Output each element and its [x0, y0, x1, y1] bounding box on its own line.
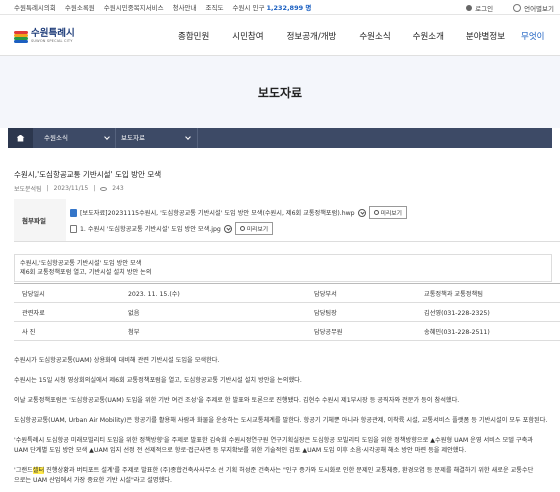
- body-paragraph: UAM 단계별 도입 방안 모색 ▲UAM 입지 선정 전 선제적으로 항로·접…: [14, 447, 467, 454]
- breadcrumb-level1[interactable]: 수원소식: [44, 128, 114, 148]
- home-icon: [16, 134, 25, 142]
- globe-icon: [513, 3, 522, 12]
- search-icon: [373, 210, 379, 215]
- table-key: 담당부서: [314, 290, 337, 298]
- population-label: 수원시 인구: [232, 4, 265, 12]
- login-link[interactable]: 로그인: [466, 3, 493, 13]
- site-logo[interactable]: 수원특례시 SUWON SPECIAL CITY: [14, 29, 75, 44]
- article-date: 2023/11/15: [53, 185, 89, 192]
- table-row: 사 진 첨부 담당공무원 송혜민(031-228-2511): [14, 322, 560, 341]
- utility-link-sorokwon[interactable]: 수원소록원: [65, 2, 95, 12]
- population-counter: 수원시 인구 1,232,899 명: [232, 2, 311, 12]
- nav-item-news[interactable]: 수원소식: [359, 30, 390, 42]
- article-views: 243: [112, 185, 124, 192]
- preview-button[interactable]: 미리보기: [234, 222, 274, 235]
- table-key: 담당일시: [22, 290, 45, 298]
- image-file-icon: [70, 224, 77, 233]
- nav-item-about[interactable]: 수원소개: [413, 30, 444, 42]
- nav-item-what[interactable]: 무엇이: [521, 30, 544, 42]
- table-key: 담당공무원: [314, 328, 343, 336]
- article-meta: 보도분석팀 | 2023/11/15 | 243: [14, 185, 124, 193]
- page-title: 보도자료: [257, 85, 303, 100]
- table-row: 담당일시 2023. 11. 15.(수) 담당부서 교통정책과 교통정책팀: [14, 284, 560, 303]
- login-label: 로그인: [475, 4, 494, 13]
- article-department: 보도분석팀: [14, 186, 42, 193]
- nav-item-open-info[interactable]: 정보공개/개방: [287, 30, 337, 42]
- nav-item-participation[interactable]: 시민참여: [232, 30, 263, 42]
- table-value: 교통정책과 교통정책팀: [424, 290, 483, 298]
- table-value: 없음: [128, 309, 140, 317]
- utility-link-welfare[interactable]: 수원시민중복지서비스: [104, 2, 164, 12]
- article-title: 수원시,'도심항공교통 기반시설' 도입 방안 모색: [14, 170, 162, 179]
- search-icon: [239, 226, 245, 231]
- utility-link-org-chart[interactable]: 조직도: [206, 2, 224, 12]
- table-key: 사 진: [22, 328, 36, 336]
- table-value: 첨부: [128, 328, 140, 336]
- attachments: 첨부파일 [보도자료]20231115수원시, '도심항공교통 기반시설' 도입…: [14, 199, 560, 242]
- utility-link-building-guide[interactable]: 청사안내: [173, 2, 197, 12]
- body-paragraph: 수원시가 도심항공교통(UAM) 상용화에 대비해 관련 기반시설 도입을 모색…: [14, 357, 220, 364]
- main-nav: 종합민원 시민참여 정보공개/개방 수원소식 수원소개 분야별정보 무엇이: [178, 15, 545, 56]
- site-header: 수원특례시 SUWON SPECIAL CITY 종합민원 시민참여 정보공개/…: [0, 15, 560, 56]
- table-value: 2023. 11. 15.(수): [128, 290, 180, 298]
- body-paragraph: 이날 교통정책포럼은 '도심항공교통(UAM) 도입을 위한 기반 여건 조성'…: [14, 397, 460, 404]
- nav-item-field-info[interactable]: 분야별정보: [466, 30, 505, 42]
- breadcrumb: 수원소식 보도자료: [8, 128, 552, 148]
- body-paragraph: '수원특례시 도심항공 미래모빌리티 도입을 위한 정책방향'을 주제로 발표한…: [14, 437, 533, 444]
- highlighted-text: 셀터: [32, 467, 45, 474]
- preview-button[interactable]: 미리보기: [368, 206, 407, 219]
- attachment-link[interactable]: [보도자료]20231115수원시, '도심항공교통 기반시설' 도입 방안 모…: [80, 208, 355, 217]
- attachment-row: [보도자료]20231115수원시, '도심항공교통 기반시설' 도입 방안 모…: [70, 206, 407, 219]
- population-value: 1,232,899 명: [266, 4, 312, 12]
- download-icon[interactable]: [357, 208, 366, 217]
- nav-item-civil-service[interactable]: 종합민원: [178, 30, 209, 42]
- language-label: 언어별보기: [524, 4, 554, 13]
- table-key: 담당팀장: [314, 309, 337, 317]
- body-paragraph: 도심항공교통(UAM, Urban Air Mobility)은 항공기를 활용…: [14, 417, 548, 424]
- utility-links: 수원특례시의회 수원소록원 수원시민중복지서비스 청사안내 조직도: [14, 2, 232, 12]
- attach-label: 첨부파일: [14, 199, 66, 241]
- table-value: 송혜민(031-228-2511): [424, 328, 490, 336]
- table-value: 김선영(031-228-2325): [424, 309, 490, 317]
- article-summary: 수원시,'도심항공교통 기반시설' 도입 방안 모색 제6회 교통정책포럼 열고…: [14, 254, 552, 282]
- logo-text-en: SUWON SPECIAL CITY: [31, 39, 73, 43]
- download-icon[interactable]: [223, 224, 232, 233]
- body-paragraph: 으로는 UAM 산업에서 가장 중요한 기반 시설"라고 설명했다.: [14, 477, 172, 484]
- utility-bar: 수원특례시의회 수원소록원 수원시민중복지서비스 청사안내 조직도 수원시 인구…: [0, 0, 560, 15]
- hwp-file-icon: [70, 208, 77, 217]
- preview-label: 미리보기: [246, 227, 269, 233]
- eye-icon: [100, 186, 108, 191]
- logo-mark-icon: [14, 30, 28, 43]
- person-icon: [466, 4, 473, 11]
- body-paragraph: 수원시는 15일 시청 영상회의실에서 제6회 교통정책포럼을 열고, 도심항공…: [14, 377, 302, 384]
- table-row: 관련자료 없음 담당팀장 김선영(031-228-2325): [14, 303, 560, 322]
- table-key: 관련자료: [22, 309, 45, 317]
- article-body: 수원시가 도심항공교통(UAM) 상용화에 대비해 관련 기반시설 도입을 모색…: [14, 356, 560, 492]
- summary-line: 수원시,'도심항공교통 기반시설' 도입 방안 모색: [20, 260, 142, 267]
- summary-line: 제6회 교통정책포럼 열고, 기반시설 설치 방안 논의: [20, 269, 152, 276]
- utility-link-council[interactable]: 수원특례시의회: [14, 2, 56, 12]
- attachment-row: 1. 수원시 '도심항공교통 기반시설' 도입 방안 모색.jpg 미리보기: [70, 222, 407, 235]
- preview-label: 미리보기: [380, 211, 402, 217]
- info-table: 담당일시 2023. 11. 15.(수) 담당부서 교통정책과 교통정책팀 관…: [14, 283, 560, 341]
- language-selector[interactable]: 언어별보기: [513, 3, 560, 13]
- logo-text-ko: 수원특례시: [31, 28, 75, 39]
- article: 수원시,'도심항공교통 기반시설' 도입 방안 모색 보도분석팀 | 2023/…: [14, 158, 560, 484]
- attachment-link[interactable]: 1. 수원시 '도심항공교통 기반시설' 도입 방안 모색.jpg: [80, 224, 221, 233]
- body-paragraph: '그랜드셀터 진행상황과 버티포트 설계'를 주제로 발표한 (주)종합건축사사…: [14, 467, 534, 474]
- page-title-band: 보도자료: [0, 56, 560, 128]
- home-button[interactable]: [8, 128, 33, 148]
